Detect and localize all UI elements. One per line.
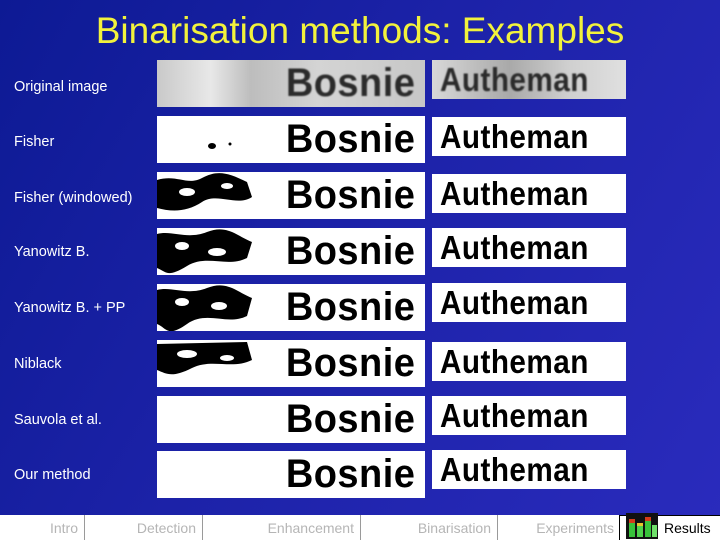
- image-fisher-autheman: Autheman: [432, 117, 626, 156]
- equalizer-icon: [626, 513, 658, 539]
- row-label-yanowitz: Yanowitz B.: [14, 244, 90, 260]
- image-yanowitz-pp-bosnie: Bosnie: [157, 284, 425, 331]
- row-label-fisher-windowed: Fisher (windowed): [14, 190, 133, 206]
- noise-artifacts: [157, 342, 252, 375]
- image-original-autheman: Autheman: [432, 60, 626, 99]
- slide-title: Binarisation methods: Examples: [95, 10, 625, 51]
- word-bosnie: Bosnie: [285, 341, 415, 385]
- image-our-method-autheman: Autheman: [432, 450, 626, 489]
- row-label-our-method: Our method: [14, 467, 91, 483]
- word-autheman: Autheman: [440, 342, 589, 380]
- nav-enhancement[interactable]: Enhancement: [203, 515, 361, 540]
- word-autheman: Autheman: [440, 283, 589, 321]
- nav-binarisation[interactable]: Binarisation: [361, 515, 498, 540]
- image-fisher-windowed-bosnie: Bosnie: [157, 172, 425, 219]
- noise-artifacts: [157, 173, 252, 211]
- nav-results[interactable]: Results: [619, 513, 720, 540]
- row-label-sauvola: Sauvola et al.: [14, 412, 102, 428]
- nav-experiments[interactable]: Experiments: [498, 515, 620, 540]
- word-bosnie: Bosnie: [285, 173, 415, 217]
- image-sauvola-autheman: Autheman: [432, 396, 626, 435]
- word-autheman: Autheman: [440, 396, 589, 434]
- word-autheman: Autheman: [440, 450, 589, 488]
- word-bosnie: Bosnie: [285, 117, 415, 161]
- nav-intro[interactable]: Intro: [0, 515, 85, 540]
- image-yanowitz-pp-autheman: Autheman: [432, 283, 626, 322]
- word-autheman: Autheman: [440, 228, 589, 266]
- noise-artifacts: [157, 285, 252, 331]
- image-yanowitz-bosnie: Bosnie: [157, 228, 425, 275]
- word-bosnie: Bosnie: [285, 397, 415, 441]
- image-fisher-bosnie: Bosnie: [157, 116, 425, 163]
- image-yanowitz-autheman: Autheman: [432, 228, 626, 267]
- noise-artifacts: [208, 142, 232, 149]
- word-bosnie: Bosnie: [285, 229, 415, 273]
- word-bosnie: Bosnie: [285, 61, 415, 105]
- word-autheman: Autheman: [440, 174, 589, 212]
- noise-artifacts: [157, 229, 252, 274]
- navigation-bar: Intro Detection Enhancement Binarisation…: [0, 513, 720, 540]
- nav-detection[interactable]: Detection: [85, 515, 203, 540]
- word-bosnie: Bosnie: [285, 452, 415, 496]
- word-autheman: Autheman: [440, 117, 589, 155]
- image-our-method-bosnie: Bosnie: [157, 451, 425, 498]
- image-sauvola-bosnie: Bosnie: [157, 396, 425, 443]
- nav-results-label: Results: [664, 520, 711, 536]
- row-label-yanowitz-pp: Yanowitz B. + PP: [14, 300, 126, 316]
- image-niblack-bosnie: Bosnie: [157, 340, 425, 387]
- image-niblack-autheman: Autheman: [432, 342, 626, 381]
- row-label-fisher: Fisher: [14, 134, 55, 150]
- word-bosnie: Bosnie: [285, 285, 415, 329]
- image-fisher-windowed-autheman: Autheman: [432, 174, 626, 213]
- row-label-niblack: Niblack: [14, 356, 62, 372]
- image-original-bosnie: Bosnie: [157, 60, 425, 107]
- word-autheman: Autheman: [440, 60, 589, 98]
- row-label-original: Original image: [14, 79, 108, 95]
